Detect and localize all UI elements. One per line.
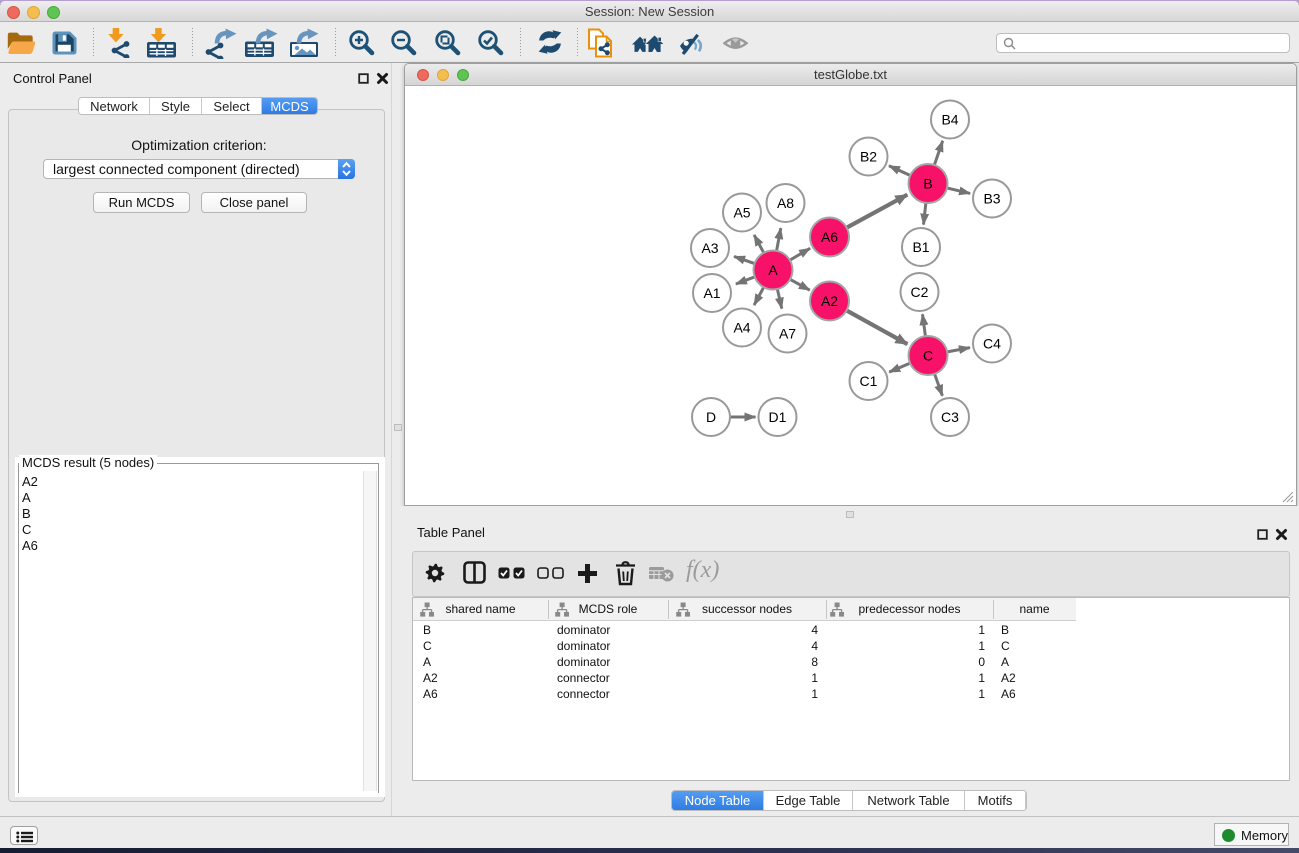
svg-text:B4: B4 (941, 112, 958, 128)
svg-text:A7: A7 (779, 326, 796, 342)
svg-text:C2: C2 (911, 284, 929, 300)
svg-text:D1: D1 (769, 409, 787, 425)
svg-text:A: A (768, 262, 778, 278)
svg-text:A4: A4 (733, 320, 750, 336)
svg-text:C: C (923, 348, 933, 364)
svg-text:B: B (923, 176, 932, 192)
svg-text:B3: B3 (983, 191, 1000, 207)
svg-text:A5: A5 (733, 205, 750, 221)
svg-text:A2: A2 (821, 293, 838, 309)
svg-text:C3: C3 (941, 409, 959, 425)
svg-text:B1: B1 (912, 239, 929, 255)
svg-text:C1: C1 (860, 373, 878, 389)
svg-text:A1: A1 (703, 285, 720, 301)
svg-text:C4: C4 (983, 336, 1001, 352)
svg-text:B2: B2 (860, 149, 877, 165)
svg-text:A8: A8 (777, 195, 794, 211)
svg-text:A6: A6 (821, 229, 838, 245)
svg-text:D: D (706, 409, 716, 425)
svg-text:A3: A3 (701, 240, 718, 256)
